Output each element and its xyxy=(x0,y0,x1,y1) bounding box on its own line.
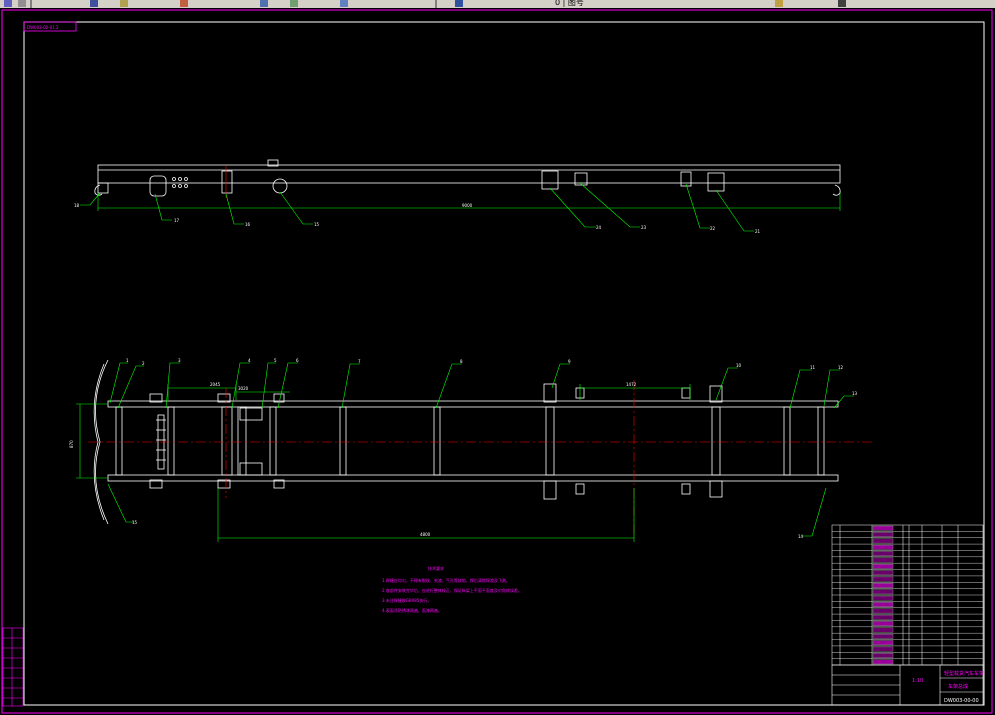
svg-text:3: 3 xyxy=(178,358,181,363)
properties-icon[interactable] xyxy=(260,0,268,7)
svg-text:13: 13 xyxy=(852,391,858,396)
balloon-15: 15 xyxy=(314,222,320,227)
drawing-scale: 1:10 xyxy=(912,678,923,684)
zoom-icon[interactable] xyxy=(180,0,188,7)
technical-title: 技术要求 xyxy=(428,565,444,571)
undo-icon[interactable] xyxy=(18,0,26,7)
parts-list-name-cell xyxy=(872,653,894,658)
parts-list-rows xyxy=(832,525,983,665)
drawing-svg: DW003-00-01.2 9000 18 17 16 15 24 23 22 … xyxy=(1,9,993,714)
layer-text: 0 | 图号 xyxy=(555,0,584,7)
elevation-dim-text: 9000 xyxy=(462,203,473,208)
parts-list-name-cell xyxy=(872,633,894,639)
technical-note-3: 3.未注焊缝按GB985执行。 xyxy=(382,597,431,603)
parts-list-name-cell xyxy=(872,621,894,627)
technical-note-1: 1.焊缝应均匀，不得有裂纹、夹渣、气孔等缺陷，焊后清除焊渣及飞溅。 xyxy=(382,577,510,583)
svg-text:14: 14 xyxy=(798,534,804,539)
parts-list-name-cell xyxy=(872,544,894,550)
svg-text:8: 8 xyxy=(460,359,463,364)
file-tag: DW003-00-01.2 xyxy=(27,25,59,30)
pointer-icon[interactable] xyxy=(4,0,12,7)
plan-dim-2: 3020 xyxy=(238,386,249,391)
drawing-canvas[interactable]: DW003-00-01.2 9000 18 17 16 15 24 23 22 … xyxy=(0,8,995,715)
toolbar-separator-2 xyxy=(435,0,437,8)
parts-list-name-cell xyxy=(872,640,894,646)
technical-note-2: 2.各部件安装完毕后，应进行整体校正，保证纵梁上平面平面度及对角线误差。 xyxy=(382,587,522,593)
parts-list-name-cell xyxy=(872,551,894,557)
balloon-16: 16 xyxy=(245,222,251,227)
parts-list-name-cell xyxy=(872,595,894,601)
parts-list-name-cell xyxy=(872,570,894,576)
parts-list-name-cell xyxy=(872,646,894,652)
svg-text:5: 5 xyxy=(274,358,277,363)
balloon-21: 21 xyxy=(755,229,761,234)
parts-list-name-cell xyxy=(872,538,894,544)
drawing-name: 轻型载货汽车车架 xyxy=(944,670,984,677)
parts-list-name-cell xyxy=(872,557,894,563)
parts-list-name-cell xyxy=(872,576,894,582)
parts-list-name-cell xyxy=(872,602,894,607)
parts-list-name-cell xyxy=(872,525,894,531)
drawing-sub: 车架总成 xyxy=(948,683,968,690)
parts-list-name-cell xyxy=(872,589,894,595)
svg-text:10: 10 xyxy=(736,363,742,368)
drawing-number: DW003-00-00 xyxy=(944,698,979,704)
svg-text:6: 6 xyxy=(296,358,299,363)
parts-list-name-cell xyxy=(872,659,894,665)
balloon-24: 24 xyxy=(596,225,602,230)
svg-text:1: 1 xyxy=(126,358,129,363)
svg-text:15: 15 xyxy=(132,520,138,525)
balloon-23: 23 xyxy=(641,225,647,230)
balloon-17: 17 xyxy=(174,218,180,223)
svg-text:7: 7 xyxy=(358,359,361,364)
left-margin-table xyxy=(2,627,24,707)
plan-dim-right: 1472 xyxy=(626,382,637,387)
svg-text:9: 9 xyxy=(568,359,571,364)
elevation-leaders xyxy=(80,182,754,232)
parts-list-name-cell xyxy=(872,532,894,537)
plan-leaders xyxy=(107,362,854,537)
toolbar-separator xyxy=(30,0,32,8)
parts-list-name-cell xyxy=(872,614,894,620)
plan-dim-long: 4800 xyxy=(420,532,431,537)
color-icon[interactable] xyxy=(340,0,348,7)
parts-list-name-cell xyxy=(872,563,894,569)
side-elevation-view xyxy=(94,159,841,197)
technical-note-4: 4.表面涂防锈漆两遍，面漆两遍。 xyxy=(382,607,442,613)
svg-text:2: 2 xyxy=(142,361,145,366)
linetype-icon[interactable] xyxy=(455,0,463,7)
parts-list-name-cell xyxy=(872,608,894,614)
svg-text:4: 4 xyxy=(248,358,251,363)
pan-icon[interactable] xyxy=(120,0,128,7)
layer-icon[interactable] xyxy=(290,0,298,7)
settings-icon[interactable] xyxy=(838,0,846,7)
help-icon[interactable] xyxy=(775,0,783,7)
balloon-22: 22 xyxy=(710,226,716,231)
plan-dim-1: 2045 xyxy=(210,382,221,387)
plan-width-dim: 870 xyxy=(69,440,74,448)
balloon-18: 18 xyxy=(74,203,80,208)
parts-list-name-cell xyxy=(872,583,894,588)
svg-text:11: 11 xyxy=(810,365,816,370)
redo-icon[interactable] xyxy=(90,0,98,7)
parts-list-name-cell xyxy=(872,627,894,633)
svg-text:12: 12 xyxy=(838,365,844,370)
